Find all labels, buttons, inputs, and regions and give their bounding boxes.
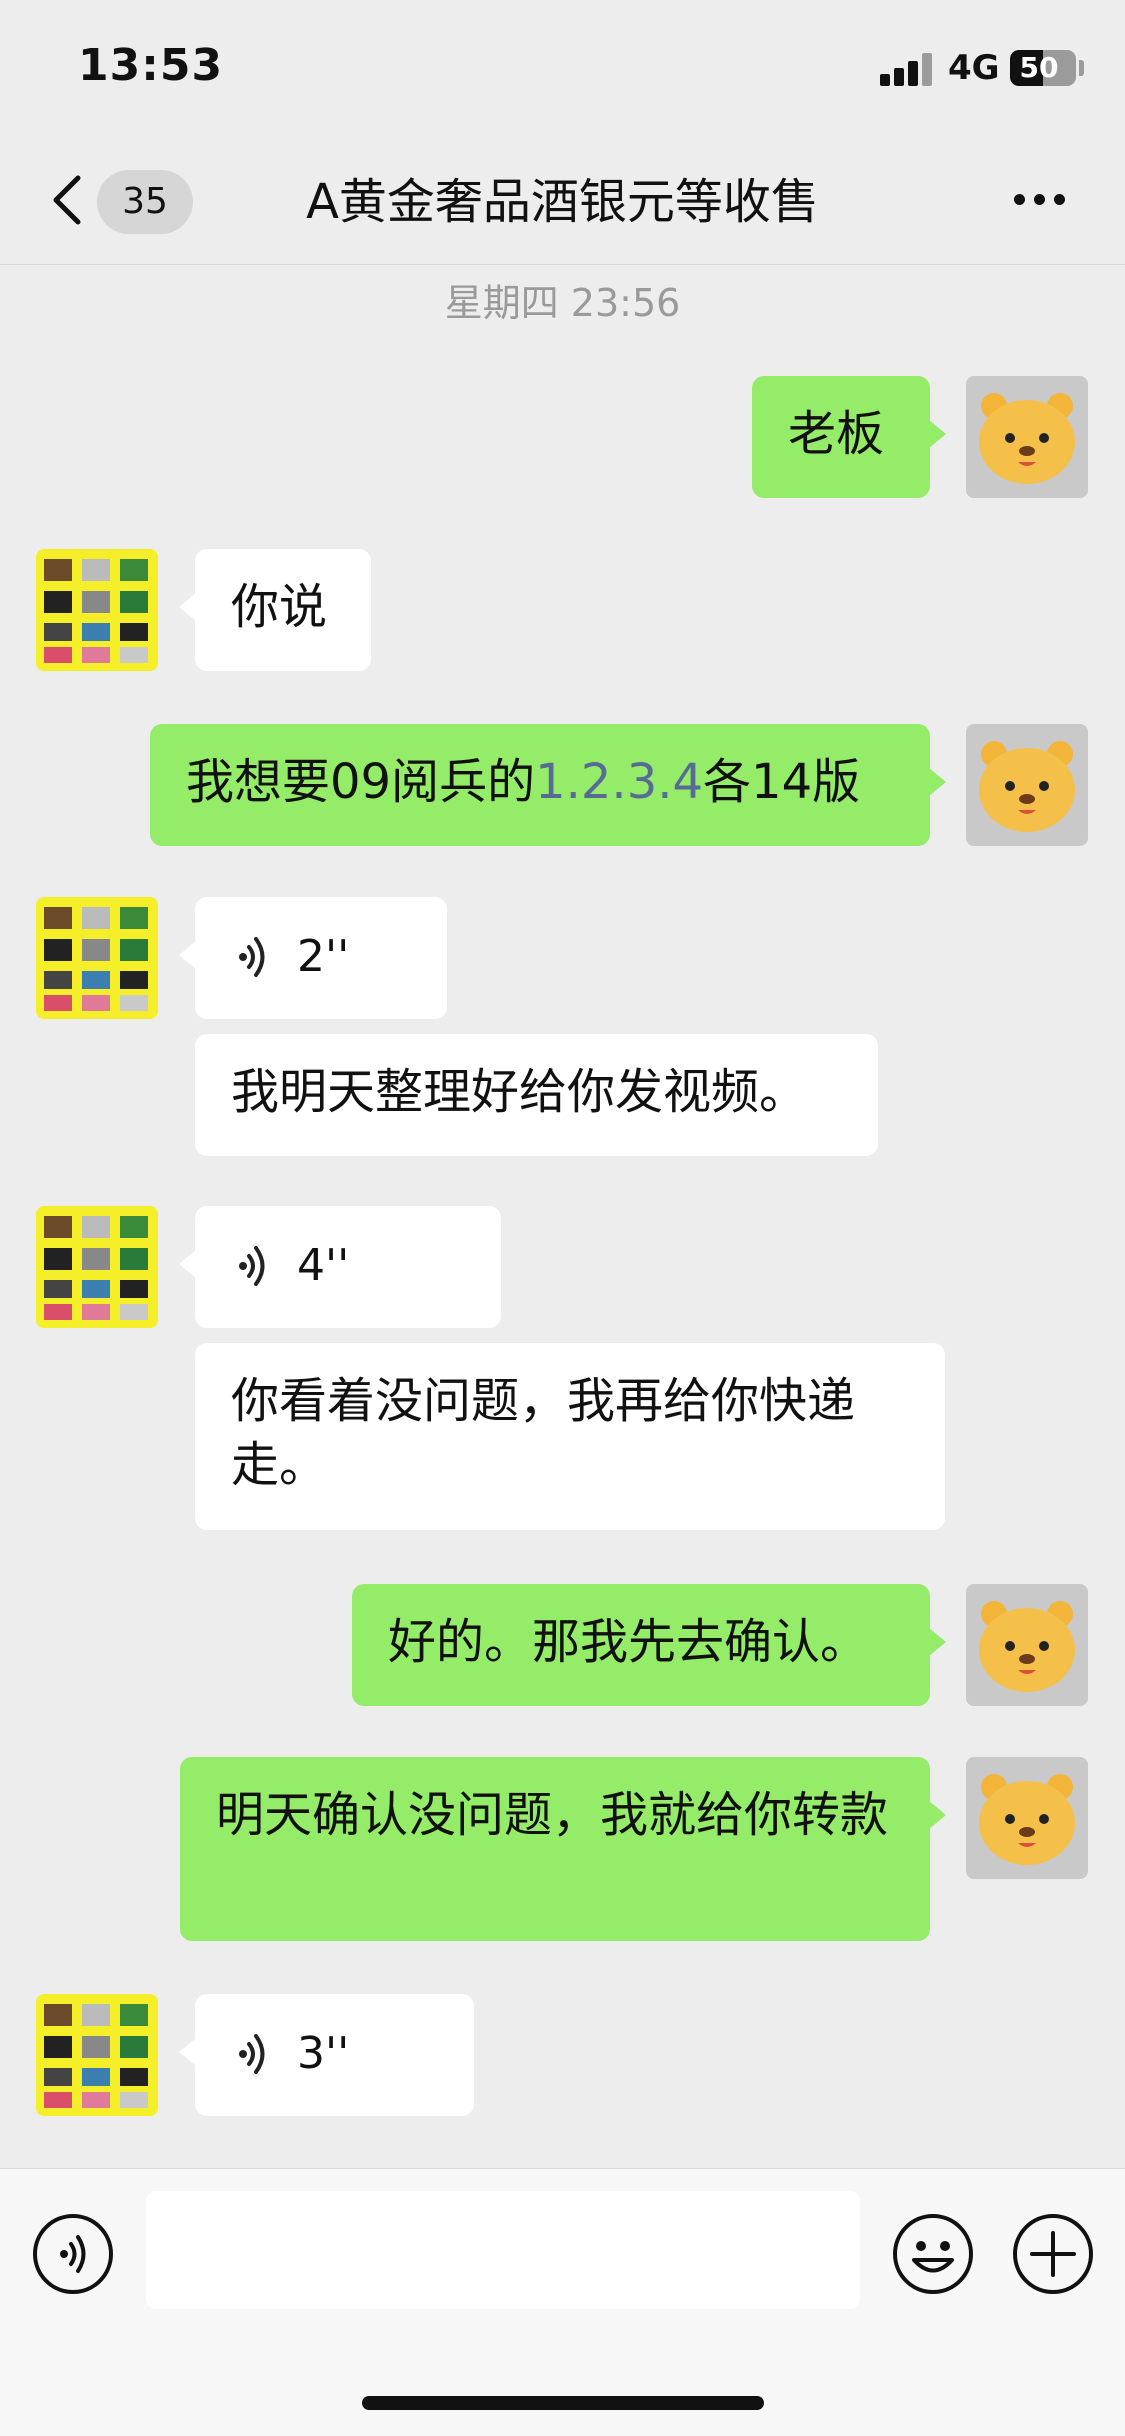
more-icon[interactable] bbox=[1010, 188, 1070, 212]
message-bubble[interactable]: 我明天整理好给你发视频。 bbox=[195, 1034, 878, 1156]
status-time: 13:53 bbox=[78, 40, 224, 91]
shop-avatar-icon bbox=[44, 559, 148, 663]
contact-avatar[interactable] bbox=[36, 897, 158, 1019]
plus-icon[interactable] bbox=[1012, 2213, 1094, 2295]
message-text: 我明天整理好给你发视频。 bbox=[231, 1064, 808, 1120]
message-text: 老板 bbox=[788, 406, 885, 462]
message-bubble[interactable]: 老板 bbox=[752, 376, 946, 498]
my-avatar[interactable] bbox=[966, 1757, 1088, 1879]
battery-cap bbox=[1079, 60, 1084, 76]
contact-avatar[interactable] bbox=[36, 549, 158, 671]
nav-bar: 35 A黄金奢品酒银元等收售 bbox=[0, 140, 1125, 265]
voice-icon bbox=[239, 1246, 265, 1286]
shop-avatar-icon bbox=[44, 1216, 148, 1320]
message-bubble[interactable]: 你看着没问题，我再给你快递走。 bbox=[195, 1343, 945, 1530]
voice-duration: 2'' bbox=[297, 931, 350, 982]
pooh-avatar-icon bbox=[979, 393, 1075, 484]
shop-avatar-icon bbox=[44, 2004, 148, 2108]
home-indicator[interactable] bbox=[362, 2396, 764, 2410]
voice-message-bubble[interactable]: 2'' bbox=[179, 897, 447, 1019]
message-link[interactable]: 1.2.3.4 bbox=[535, 754, 703, 810]
emoji-icon[interactable] bbox=[892, 2213, 974, 2295]
message-text: 我想要09阅兵的 bbox=[186, 754, 536, 810]
message-bubble[interactable]: 我想要09阅兵的1.2.3.4各14版 bbox=[150, 724, 946, 846]
message-text: 明天确认没问题，我就给你转款 bbox=[216, 1787, 889, 1843]
shop-avatar-icon bbox=[44, 907, 148, 1011]
voice-message-bubble[interactable]: 4'' bbox=[179, 1206, 501, 1328]
status-bar: 13:53 4G 50 bbox=[0, 0, 1125, 140]
voice-duration: 3'' bbox=[297, 2028, 350, 2079]
message-bubble[interactable]: 你说 bbox=[179, 549, 371, 671]
message-text: 好的。那我先去确认。 bbox=[388, 1614, 869, 1670]
message-text: 你看着没问题，我再给你快递走。 bbox=[231, 1373, 856, 1493]
unread-count-badge[interactable]: 35 bbox=[97, 170, 193, 234]
battery-icon: 50 bbox=[1010, 50, 1076, 86]
network-label: 4G bbox=[948, 48, 1000, 88]
chat-screen: 13:53 4G 50 35 A黄金奢品酒银元等收售 星期四 23:56 老板 bbox=[0, 0, 1125, 2436]
message-bubble[interactable]: 好的。那我先去确认。 bbox=[352, 1584, 946, 1706]
battery-level: 50 bbox=[1019, 51, 1059, 84]
pooh-avatar-icon bbox=[979, 1774, 1075, 1865]
my-avatar[interactable] bbox=[966, 1584, 1088, 1706]
voice-icon bbox=[239, 937, 265, 977]
pooh-avatar-icon bbox=[979, 1601, 1075, 1692]
my-avatar[interactable] bbox=[966, 724, 1088, 846]
message-bubble[interactable]: 明天确认没问题，我就给你转款 bbox=[180, 1757, 946, 1941]
message-text: 各14版 bbox=[703, 754, 861, 810]
contact-avatar[interactable] bbox=[36, 1206, 158, 1328]
pooh-avatar-icon bbox=[979, 741, 1075, 832]
chevron-left-icon[interactable] bbox=[44, 170, 94, 230]
voice-duration: 4'' bbox=[297, 1240, 350, 1291]
message-input[interactable] bbox=[146, 2191, 860, 2309]
message-text: 你说 bbox=[231, 579, 328, 635]
voice-message-bubble[interactable]: 3'' bbox=[179, 1994, 474, 2116]
signal-icon bbox=[880, 52, 938, 86]
voice-icon bbox=[239, 2034, 265, 2074]
chat-timestamp: 星期四 23:56 bbox=[444, 281, 681, 325]
contact-avatar[interactable] bbox=[36, 1994, 158, 2116]
my-avatar[interactable] bbox=[966, 376, 1088, 498]
chat-title: A黄金奢品酒银元等收售 bbox=[306, 174, 819, 230]
voice-input-icon[interactable] bbox=[32, 2213, 114, 2295]
